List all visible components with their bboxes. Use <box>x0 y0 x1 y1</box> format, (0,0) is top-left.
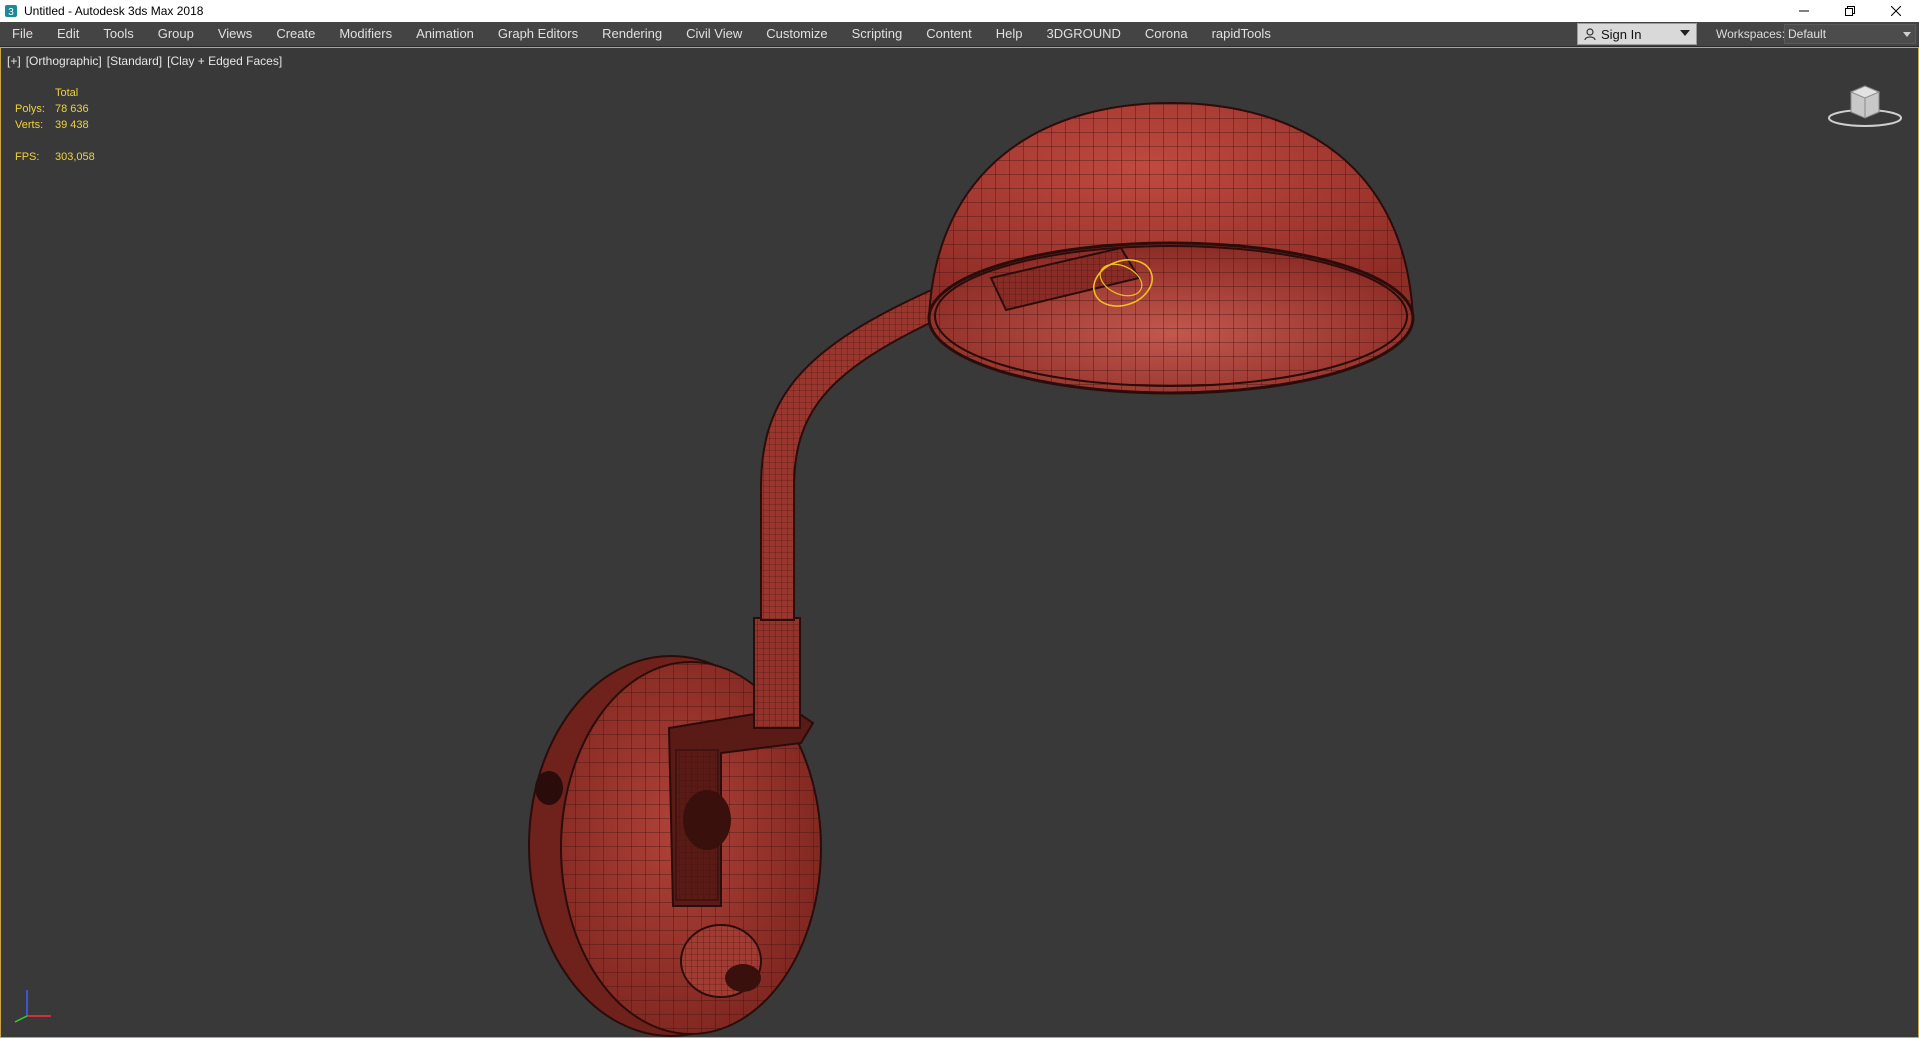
menu-group[interactable]: Group <box>146 22 206 46</box>
menu-create[interactable]: Create <box>264 22 327 46</box>
menu-customize[interactable]: Customize <box>754 22 839 46</box>
minimize-icon <box>1799 10 1809 12</box>
3dsmax-app-icon: 3 <box>5 5 17 18</box>
menu-rendering[interactable]: Rendering <box>590 22 674 46</box>
chevron-down-icon <box>1680 30 1690 36</box>
title-bar: 3 Untitled - Autodesk 3ds Max 2018 <box>0 0 1919 22</box>
sign-in-button[interactable]: Sign In <box>1577 23 1697 45</box>
menu-file[interactable]: File <box>0 22 45 46</box>
viewcube-icon[interactable] <box>1825 80 1905 130</box>
workspaces-value: Default <box>1788 27 1827 41</box>
workspaces-label: Workspaces: <box>1716 27 1786 41</box>
menu-views[interactable]: Views <box>206 22 264 46</box>
chevron-down-icon <box>1903 32 1911 37</box>
user-icon <box>1584 27 1596 40</box>
window-title: Untitled - Autodesk 3ds Max 2018 <box>24 4 204 18</box>
lamp-shade[interactable] <box>927 101 1415 395</box>
menu-edit[interactable]: Edit <box>45 22 91 46</box>
wall-lamp-model[interactable] <box>1 48 1918 1037</box>
close-button[interactable] <box>1873 0 1919 22</box>
menu-modifiers[interactable]: Modifiers <box>327 22 404 46</box>
sign-in-label: Sign In <box>1601 26 1642 42</box>
workspaces-select[interactable]: Default <box>1784 24 1916 44</box>
menu-3dground[interactable]: 3DGROUND <box>1035 22 1133 46</box>
restore-button[interactable] <box>1827 0 1873 22</box>
menu-content[interactable]: Content <box>914 22 984 46</box>
restore-icon <box>1845 6 1855 16</box>
menu-scripting[interactable]: Scripting <box>840 22 915 46</box>
menu-animation[interactable]: Animation <box>404 22 486 46</box>
axis-tripod-icon <box>14 990 51 1023</box>
perspective-viewport[interactable]: [+] [Orthographic] [Standard] [Clay + Ed… <box>0 47 1919 1038</box>
svg-text:3: 3 <box>8 7 14 18</box>
menu-rapidtools[interactable]: rapidTools <box>1200 22 1283 46</box>
menu-civil-view[interactable]: Civil View <box>674 22 754 46</box>
gooseneck-arm[interactable] <box>753 286 953 729</box>
menu-corona[interactable]: Corona <box>1133 22 1200 46</box>
close-icon <box>1891 6 1901 16</box>
minimize-button[interactable] <box>1781 0 1827 22</box>
menu-help[interactable]: Help <box>984 22 1035 46</box>
menu-graph-editors[interactable]: Graph Editors <box>486 22 590 46</box>
menu-tools[interactable]: Tools <box>91 22 145 46</box>
